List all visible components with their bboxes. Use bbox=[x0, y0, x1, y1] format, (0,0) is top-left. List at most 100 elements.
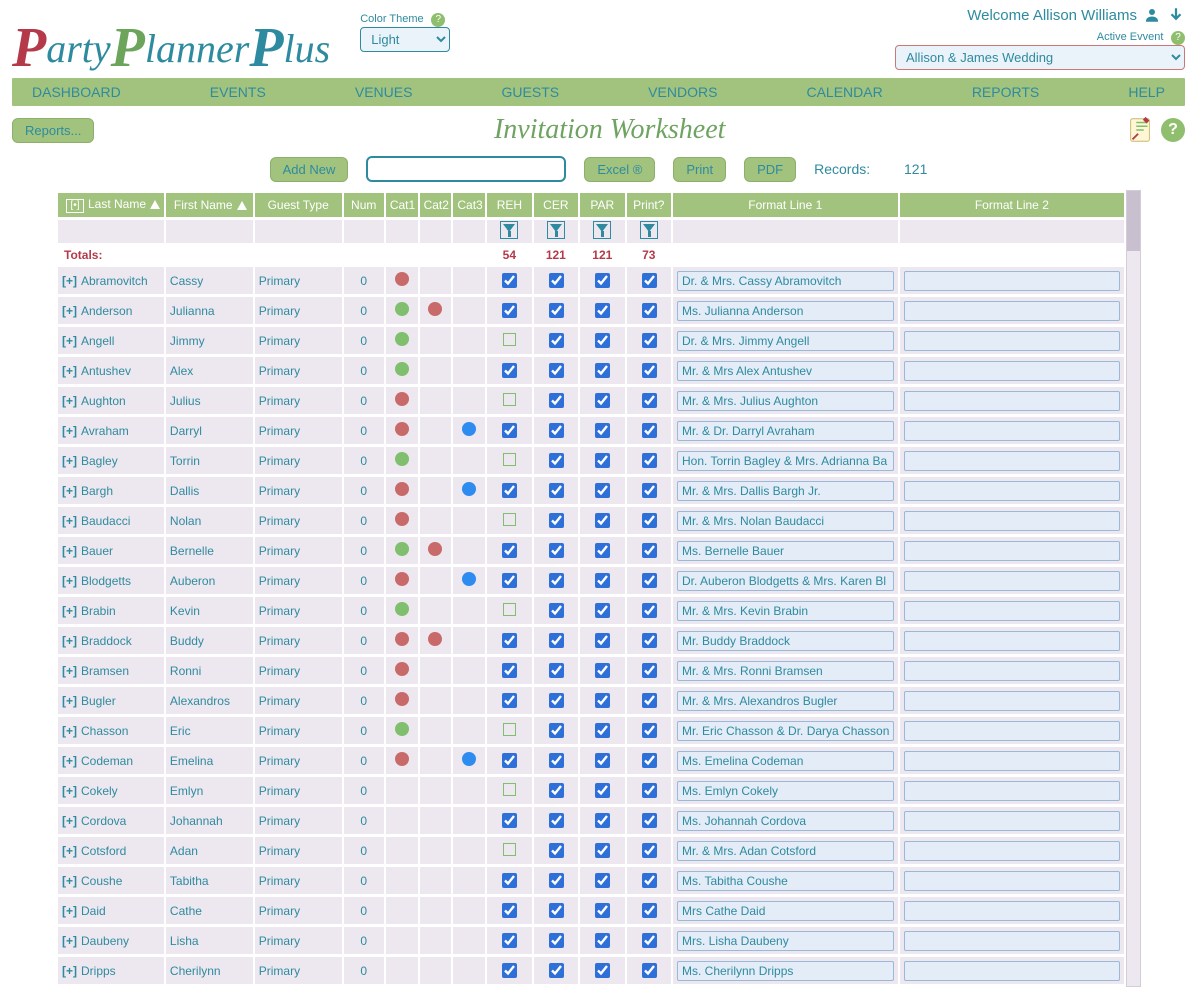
format-line-2-input[interactable] bbox=[904, 451, 1121, 471]
cell-firstname[interactable]: Kevin bbox=[166, 597, 253, 624]
checkbox[interactable] bbox=[502, 933, 517, 948]
cell-lastname[interactable]: [+]Daubeny bbox=[58, 927, 164, 954]
expand-icon[interactable]: [+] bbox=[62, 544, 77, 558]
format-line-1-input[interactable] bbox=[677, 871, 894, 891]
help-icon[interactable]: ? bbox=[1171, 31, 1185, 45]
checkbox[interactable] bbox=[642, 483, 657, 498]
format-line-2-input[interactable] bbox=[904, 781, 1121, 801]
expand-icon[interactable]: [+] bbox=[62, 634, 77, 648]
cell-lastname[interactable]: [+]Brabin bbox=[58, 597, 164, 624]
col-reh[interactable]: REH bbox=[487, 193, 531, 217]
checkbox[interactable] bbox=[502, 753, 517, 768]
checkbox[interactable] bbox=[595, 423, 610, 438]
cell-lastname[interactable]: [+]Aughton bbox=[58, 387, 164, 414]
checkbox[interactable] bbox=[642, 933, 657, 948]
checkbox[interactable] bbox=[549, 813, 564, 828]
cell-firstname[interactable]: Julianna bbox=[166, 297, 253, 324]
checkbox[interactable] bbox=[642, 843, 657, 858]
checkbox[interactable] bbox=[642, 813, 657, 828]
cell-firstname[interactable]: Ronni bbox=[166, 657, 253, 684]
search-input[interactable] bbox=[378, 161, 558, 178]
checkbox[interactable] bbox=[595, 603, 610, 618]
checkbox[interactable] bbox=[549, 933, 564, 948]
format-line-2-input[interactable] bbox=[904, 601, 1121, 621]
expand-icon[interactable]: [+] bbox=[62, 784, 77, 798]
cell-lastname[interactable]: [+]Dripps bbox=[58, 957, 164, 984]
cell-firstname[interactable]: Tabitha bbox=[166, 867, 253, 894]
checkbox[interactable] bbox=[502, 273, 517, 288]
format-line-2-input[interactable] bbox=[904, 301, 1121, 321]
format-line-1-input[interactable] bbox=[677, 391, 894, 411]
format-line-1-input[interactable] bbox=[677, 421, 894, 441]
checkbox-unchecked[interactable] bbox=[503, 723, 516, 736]
checkbox[interactable] bbox=[502, 543, 517, 558]
cell-lastname[interactable]: [+]Cordova bbox=[58, 807, 164, 834]
format-line-1-input[interactable] bbox=[677, 331, 894, 351]
checkbox[interactable] bbox=[595, 543, 610, 558]
filter-print-icon[interactable] bbox=[640, 221, 658, 239]
cell-firstname[interactable]: Jimmy bbox=[166, 327, 253, 354]
format-line-1-input[interactable] bbox=[677, 541, 894, 561]
cell-firstname[interactable]: Torrin bbox=[166, 447, 253, 474]
checkbox[interactable] bbox=[549, 273, 564, 288]
expand-icon[interactable]: [+] bbox=[62, 424, 77, 438]
cell-lastname[interactable]: [+]Braddock bbox=[58, 627, 164, 654]
format-line-1-input[interactable] bbox=[677, 631, 894, 651]
cell-lastname[interactable]: [+]Antushev bbox=[58, 357, 164, 384]
help-icon[interactable]: ? bbox=[1161, 118, 1185, 142]
nav-events[interactable]: EVENTS bbox=[210, 84, 266, 100]
checkbox[interactable] bbox=[502, 903, 517, 918]
checkbox[interactable] bbox=[502, 663, 517, 678]
cell-firstname[interactable]: Julius bbox=[166, 387, 253, 414]
cell-lastname[interactable]: [+]Bramsen bbox=[58, 657, 164, 684]
checkbox[interactable] bbox=[549, 783, 564, 798]
expand-icon[interactable]: [+] bbox=[62, 394, 77, 408]
col-cat1[interactable]: Cat1 bbox=[386, 193, 418, 217]
format-line-2-input[interactable] bbox=[904, 661, 1121, 681]
format-line-2-input[interactable] bbox=[904, 811, 1121, 831]
checkbox[interactable] bbox=[595, 453, 610, 468]
expand-icon[interactable]: [+] bbox=[62, 274, 77, 288]
cell-lastname[interactable]: [+]Avraham bbox=[58, 417, 164, 444]
notes-icon[interactable] bbox=[1125, 115, 1155, 145]
checkbox[interactable] bbox=[595, 963, 610, 978]
vertical-scrollbar[interactable] bbox=[1126, 190, 1141, 987]
cell-firstname[interactable]: Buddy bbox=[166, 627, 253, 654]
expand-icon[interactable]: [+] bbox=[62, 334, 77, 348]
expand-icon[interactable]: [+] bbox=[62, 904, 77, 918]
nav-help[interactable]: HELP bbox=[1128, 84, 1165, 100]
cell-lastname[interactable]: [+]Abramovitch bbox=[58, 267, 164, 294]
col-print[interactable]: Print? bbox=[627, 193, 671, 217]
checkbox[interactable] bbox=[549, 663, 564, 678]
checkbox[interactable] bbox=[595, 273, 610, 288]
format-line-1-input[interactable] bbox=[677, 451, 894, 471]
format-line-2-input[interactable] bbox=[904, 391, 1121, 411]
checkbox[interactable] bbox=[549, 453, 564, 468]
format-line-1-input[interactable] bbox=[677, 841, 894, 861]
active-event-select[interactable]: Allison & James Wedding bbox=[895, 45, 1185, 70]
checkbox[interactable] bbox=[549, 633, 564, 648]
col-par[interactable]: PAR bbox=[580, 193, 624, 217]
checkbox[interactable] bbox=[642, 603, 657, 618]
checkbox[interactable] bbox=[549, 363, 564, 378]
checkbox[interactable] bbox=[642, 363, 657, 378]
checkbox[interactable] bbox=[642, 753, 657, 768]
format-line-2-input[interactable] bbox=[904, 421, 1121, 441]
cell-firstname[interactable]: Cathe bbox=[166, 897, 253, 924]
expand-icon[interactable]: [+] bbox=[62, 724, 77, 738]
format-line-1-input[interactable] bbox=[677, 751, 894, 771]
format-line-1-input[interactable] bbox=[677, 601, 894, 621]
checkbox-unchecked[interactable] bbox=[503, 453, 516, 466]
checkbox[interactable] bbox=[595, 393, 610, 408]
expand-icon[interactable]: [+] bbox=[62, 604, 77, 618]
format-line-2-input[interactable] bbox=[904, 901, 1121, 921]
checkbox[interactable] bbox=[502, 813, 517, 828]
checkbox[interactable] bbox=[595, 903, 610, 918]
checkbox[interactable] bbox=[595, 303, 610, 318]
cell-lastname[interactable]: [+]Anderson bbox=[58, 297, 164, 324]
col-firstname[interactable]: First Name bbox=[166, 193, 253, 217]
checkbox[interactable] bbox=[595, 753, 610, 768]
nav-vendors[interactable]: VENDORS bbox=[648, 84, 717, 100]
checkbox[interactable] bbox=[642, 303, 657, 318]
checkbox[interactable] bbox=[595, 333, 610, 348]
